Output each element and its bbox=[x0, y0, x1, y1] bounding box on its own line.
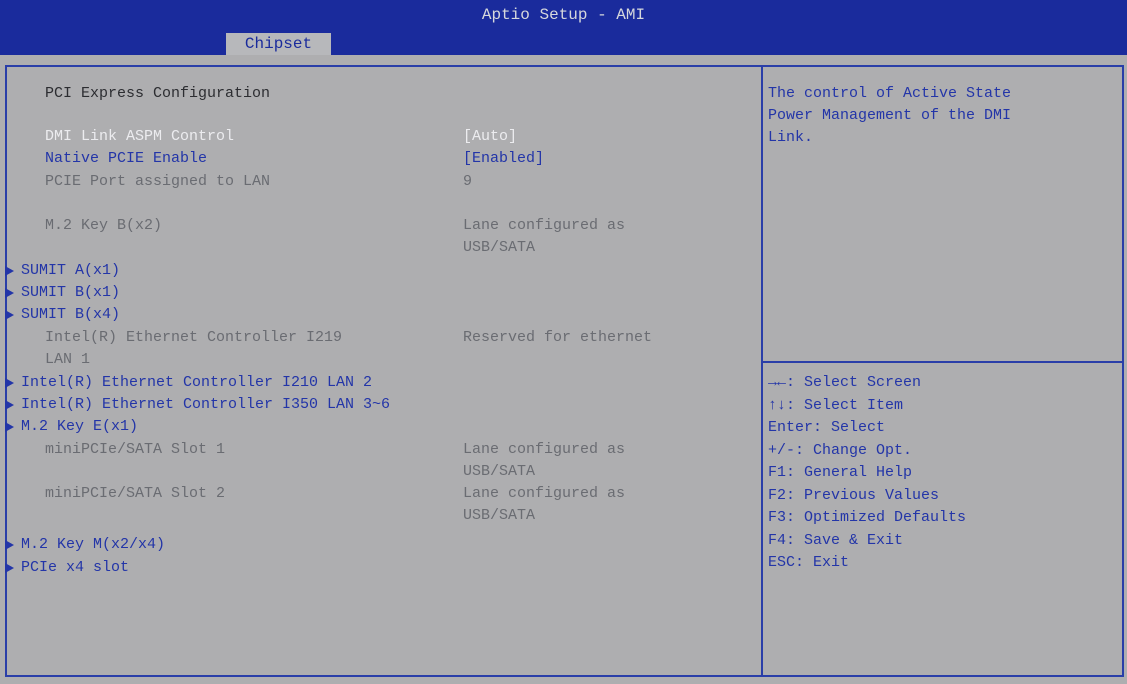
submenu-arrow-icon bbox=[5, 422, 14, 432]
i219-label-line2: LAN 1 bbox=[45, 351, 91, 368]
dmi-link-aspm-label[interactable]: DMI Link ASPM Control bbox=[45, 127, 234, 147]
app-title: Aptio Setup - AMI bbox=[481, 6, 646, 24]
submenu-arrow-icon bbox=[5, 563, 14, 573]
help-text-line2: Power Management of the DMI bbox=[768, 107, 1012, 124]
key-previous-values: F2: Previous Values bbox=[768, 487, 940, 504]
frame-divider bbox=[761, 66, 763, 676]
section-title: PCI Express Configuration bbox=[45, 85, 271, 102]
i219-value: Reserved for ethernet bbox=[463, 329, 653, 346]
help-text-line1: The control of Active State bbox=[768, 85, 1012, 102]
submenu-arrow-icon bbox=[5, 540, 14, 550]
pcie-port-lan-value: 9 bbox=[463, 173, 473, 190]
key-save-exit: F4: Save & Exit bbox=[768, 532, 904, 549]
bios-screen: Aptio Setup - AMI Chipset PCI Express Co… bbox=[0, 0, 1127, 684]
submenu-i350-lan3-6[interactable]: Intel(R) Ethernet Controller I350 LAN 3~… bbox=[21, 395, 390, 415]
key-change-opt: +/-: Change Opt. bbox=[768, 442, 913, 459]
submenu-sumit-a-x1[interactable]: SUMIT A(x1) bbox=[21, 261, 120, 281]
header-bar: Aptio Setup - AMI Chipset bbox=[0, 0, 1127, 55]
dmi-link-aspm-value[interactable]: [Auto] bbox=[463, 127, 517, 147]
key-optimized-defaults: F3: Optimized Defaults bbox=[768, 509, 967, 526]
submenu-sumit-b-x1[interactable]: SUMIT B(x1) bbox=[21, 283, 120, 303]
help-divider bbox=[763, 361, 1123, 363]
key-select-screen: →←: Select Screen bbox=[768, 374, 922, 391]
submenu-sumit-b-x4[interactable]: SUMIT B(x4) bbox=[21, 305, 120, 325]
submenu-arrow-icon bbox=[5, 310, 14, 320]
m2-key-b-value-line1: Lane configured as bbox=[463, 217, 626, 234]
tab-chipset[interactable]: Chipset bbox=[226, 33, 331, 55]
native-pcie-enable-value[interactable]: [Enabled] bbox=[463, 149, 544, 169]
submenu-arrow-icon bbox=[5, 288, 14, 298]
key-select-item: ↑↓: Select Item bbox=[768, 397, 904, 414]
key-esc-exit: ESC: Exit bbox=[768, 554, 850, 571]
minipcie-slot1-value-line1: Lane configured as bbox=[463, 441, 626, 458]
submenu-pcie-x4-slot[interactable]: PCIe x4 slot bbox=[21, 558, 129, 578]
submenu-m2-key-e[interactable]: M.2 Key E(x1) bbox=[21, 417, 138, 437]
native-pcie-enable-label[interactable]: Native PCIE Enable bbox=[45, 149, 207, 169]
minipcie-slot1-label: miniPCIe/SATA Slot 1 bbox=[45, 441, 226, 458]
submenu-arrow-icon bbox=[5, 266, 14, 276]
minipcie-slot2-label: miniPCIe/SATA Slot 2 bbox=[45, 485, 226, 502]
minipcie-slot2-value-line1: Lane configured as bbox=[463, 485, 626, 502]
submenu-arrow-icon bbox=[5, 400, 14, 410]
minipcie-slot1-value-line2: USB/SATA bbox=[463, 463, 536, 480]
submenu-arrow-icon bbox=[5, 378, 14, 388]
pcie-port-lan-label: PCIE Port assigned to LAN bbox=[45, 173, 271, 190]
m2-key-b-label: M.2 Key B(x2) bbox=[45, 217, 163, 234]
submenu-m2-key-m[interactable]: M.2 Key M(x2/x4) bbox=[21, 535, 165, 555]
help-text-line3: Link. bbox=[768, 129, 814, 146]
key-general-help: F1: General Help bbox=[768, 464, 913, 481]
minipcie-slot2-value-line2: USB/SATA bbox=[463, 507, 536, 524]
key-enter-select: Enter: Select bbox=[768, 419, 886, 436]
m2-key-b-value-line2: USB/SATA bbox=[463, 239, 536, 256]
submenu-i210-lan2[interactable]: Intel(R) Ethernet Controller I210 LAN 2 bbox=[21, 373, 372, 393]
i219-label-line1: Intel(R) Ethernet Controller I219 bbox=[45, 329, 343, 346]
